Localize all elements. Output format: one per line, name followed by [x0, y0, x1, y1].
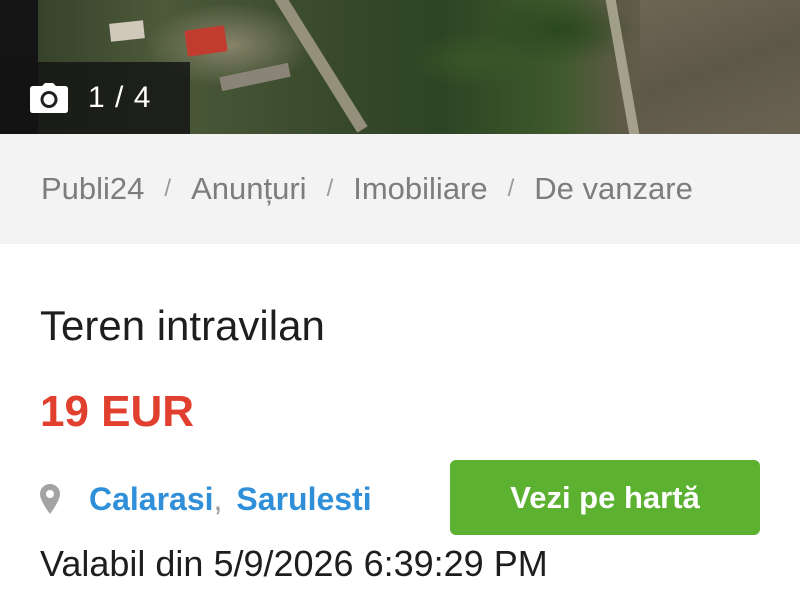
breadcrumb-separator: / — [164, 175, 172, 202]
photo-detail — [640, 0, 800, 134]
breadcrumb-item-home[interactable]: Publi24 — [41, 171, 144, 207]
breadcrumb-separator: / — [326, 175, 334, 202]
listing-location: Calarasi , Sarulesti — [40, 474, 372, 524]
photo-counter-text: 1 / 4 — [88, 81, 152, 114]
breadcrumb-separator: / — [507, 175, 515, 202]
photo-counter[interactable]: 1 / 4 — [0, 62, 190, 134]
location-separator: , — [213, 480, 223, 517]
camera-icon — [30, 83, 68, 113]
photo-detail — [184, 25, 228, 57]
breadcrumb-item-for-sale[interactable]: De vanzare — [534, 171, 693, 207]
map-pin-icon — [40, 484, 60, 514]
listing-title: Teren intravilan — [40, 302, 325, 349]
location-county-link[interactable]: Calarasi — [89, 481, 214, 518]
photo-detail — [604, 0, 642, 134]
view-on-map-button[interactable]: Vezi pe hartă — [450, 460, 760, 535]
breadcrumb-item-ads[interactable]: Anunțuri — [191, 171, 306, 207]
photo-detail — [109, 20, 145, 42]
location-locality-link[interactable]: Sarulesti — [236, 481, 371, 518]
breadcrumb: Publi24 / Anunțuri / Imobiliare / De van… — [0, 134, 800, 244]
listing-price: 19 EUR — [40, 387, 195, 436]
listing-valid-from: Valabil din 5/9/2026 6:39:29 PM — [40, 543, 548, 584]
breadcrumb-item-real-estate[interactable]: Imobiliare — [353, 171, 487, 207]
photo-detail — [219, 62, 291, 92]
